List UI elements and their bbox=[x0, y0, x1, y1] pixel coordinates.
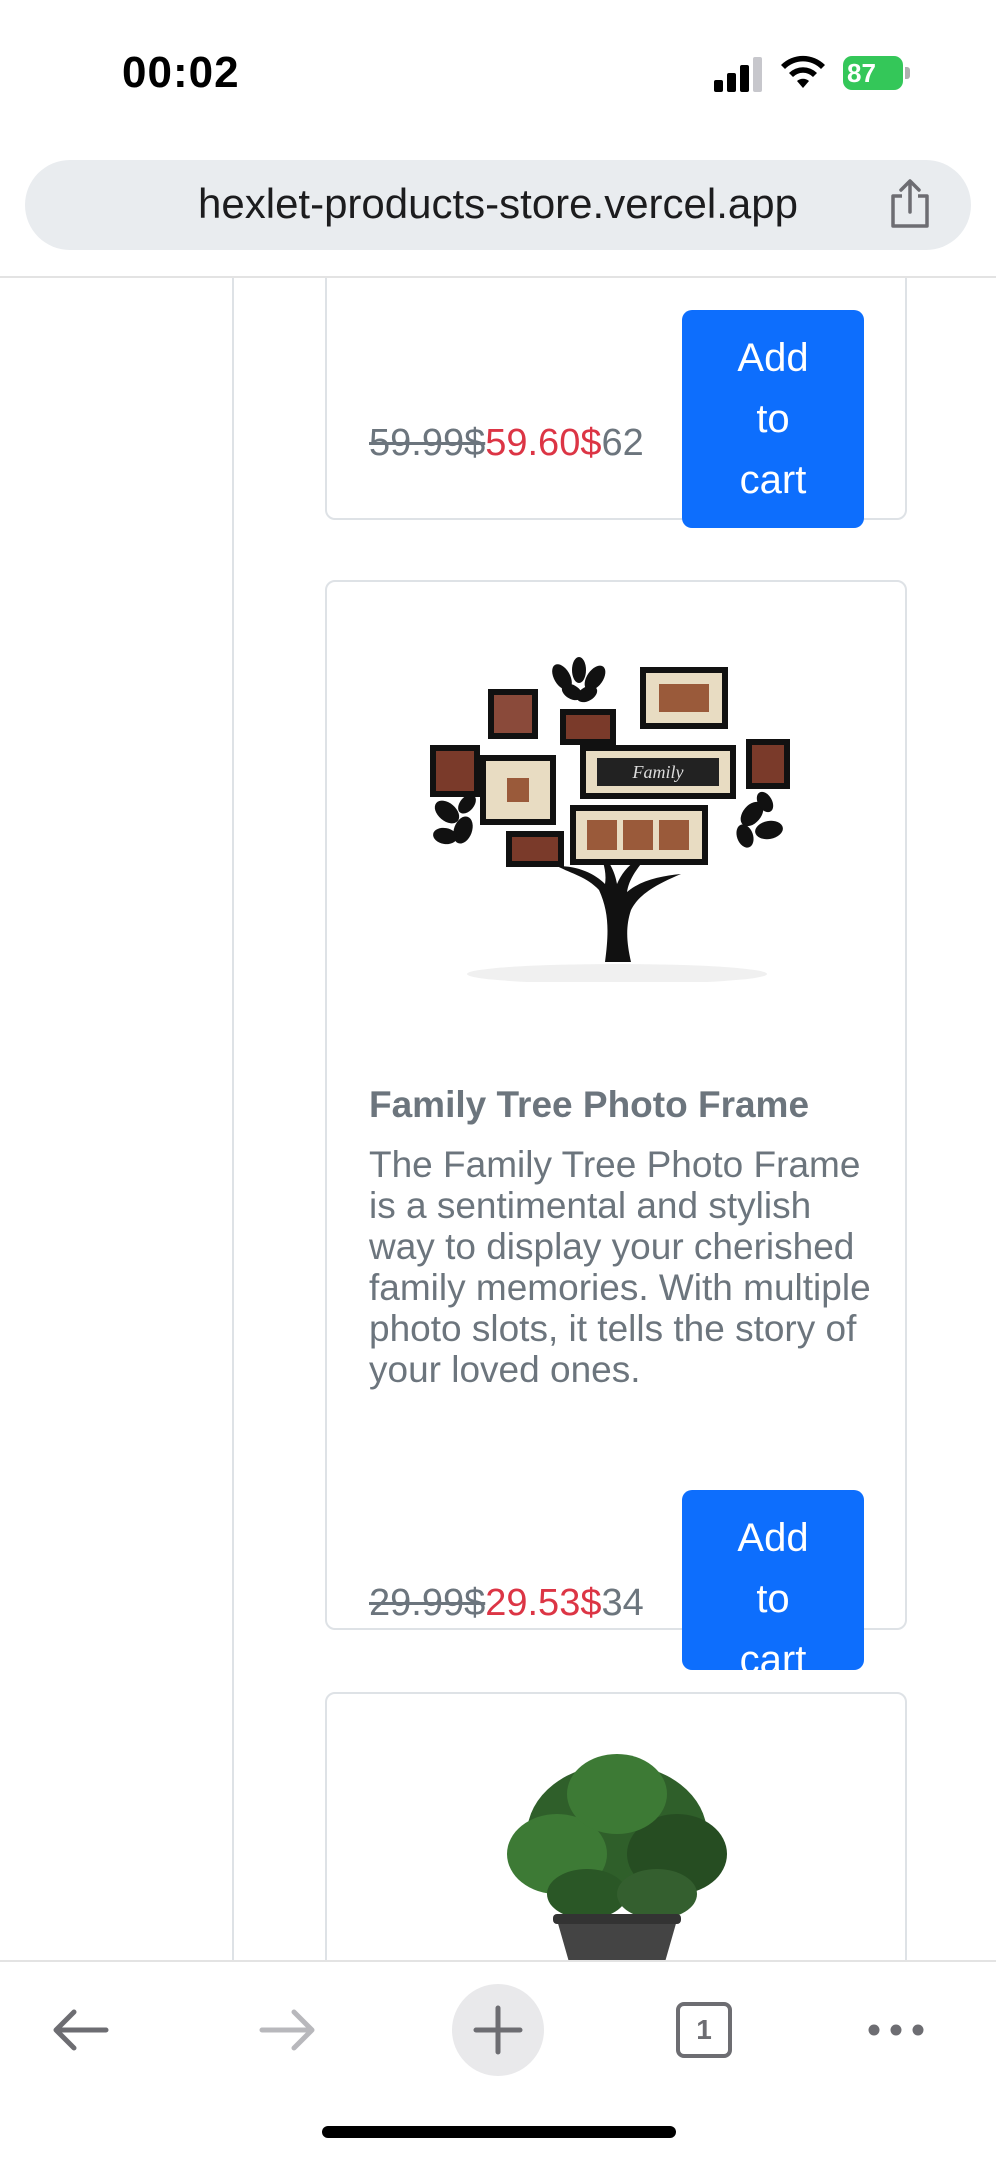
price-old: 59.99$ bbox=[369, 422, 486, 464]
more-dots-icon[interactable] bbox=[864, 2002, 928, 2058]
forward-arrow-icon[interactable] bbox=[256, 2002, 320, 2058]
address-bar[interactable]: hexlet-products-store.vercel.app bbox=[25, 160, 971, 250]
battery-charging-icon: 87 bbox=[843, 56, 911, 90]
product-image bbox=[507, 1754, 727, 1960]
page-content: 59.99$59.60$62 Add to cart Family Family… bbox=[0, 278, 996, 1960]
share-icon[interactable] bbox=[885, 178, 935, 230]
product-card bbox=[325, 1692, 907, 1960]
signal-icon bbox=[714, 56, 762, 92]
price-alt: 34 bbox=[601, 1582, 644, 1624]
price-old: 29.99$ bbox=[369, 1582, 486, 1624]
add-to-cart-button[interactable]: Add to cart bbox=[682, 310, 864, 528]
product-card: 59.99$59.60$62 Add to cart bbox=[325, 278, 907, 528]
battery-level: 87 bbox=[847, 58, 876, 88]
product-description: The Family Tree Photo Frame is a sentime… bbox=[369, 1144, 871, 1390]
price-row: 59.99$59.60$62 bbox=[369, 422, 679, 465]
price-row: 29.99$29.53$34 bbox=[369, 1582, 679, 1625]
browser-toolbar: 1 bbox=[0, 1960, 996, 2162]
back-arrow-icon[interactable] bbox=[48, 2002, 112, 2058]
price-new: 59.60$ bbox=[485, 422, 602, 464]
wifi-icon bbox=[781, 55, 825, 88]
price-new: 29.53$ bbox=[485, 1582, 602, 1624]
product-card: Family Family Tree Photo Frame The Famil… bbox=[325, 580, 907, 1670]
plus-icon bbox=[473, 2005, 523, 2055]
product-title: Family Tree Photo Frame bbox=[369, 1084, 810, 1125]
status-bar: 00:02 87 bbox=[0, 0, 996, 140]
tabs-button[interactable]: 1 bbox=[676, 2002, 732, 2058]
product-image: Family bbox=[430, 657, 790, 982]
url-text[interactable]: hexlet-products-store.vercel.app bbox=[25, 180, 971, 228]
frame-label: Family bbox=[632, 762, 684, 782]
column-divider bbox=[232, 278, 234, 1960]
add-to-cart-button[interactable]: Add to cart bbox=[682, 1490, 864, 1670]
new-tab-button[interactable] bbox=[452, 1984, 544, 2076]
status-time: 00:02 bbox=[122, 48, 240, 97]
price-alt: 62 bbox=[601, 422, 644, 464]
home-indicator bbox=[322, 2126, 676, 2138]
